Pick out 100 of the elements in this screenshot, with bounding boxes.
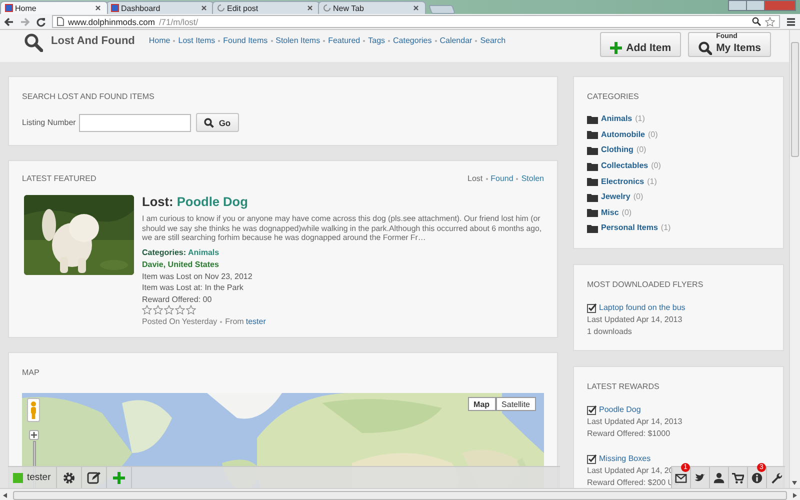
nav-link[interactable]: Stolen Items (276, 36, 320, 45)
item-title-link[interactable]: Poodle Dog (176, 194, 248, 209)
from-label: From (225, 317, 244, 326)
folder-icon (587, 129, 598, 140)
site-title: Lost And Found (51, 35, 135, 47)
reload-icon[interactable] (36, 16, 46, 26)
close-icon[interactable] (201, 5, 207, 11)
field-label: Listing Number (22, 118, 76, 127)
bird-icon[interactable] (694, 472, 706, 484)
star-icon[interactable] (186, 305, 196, 315)
address-field[interactable]: www.dolphinmods.com /71/m/lost/ (52, 15, 780, 28)
item-count: (1) (660, 223, 671, 232)
nav-link[interactable]: Calendar (440, 36, 472, 45)
category-link[interactable]: Misc (601, 208, 619, 217)
nav-link[interactable]: Featured (328, 36, 360, 45)
filter-link[interactable]: Found (490, 174, 514, 183)
listing-number-field[interactable] (78, 114, 191, 132)
wrench-icon[interactable] (770, 472, 782, 484)
go-button[interactable]: Go (196, 113, 239, 132)
folder-icon (587, 207, 598, 218)
category-link[interactable]: Animals (601, 114, 632, 124)
item-meta: 1 downloads (587, 326, 632, 336)
author-link[interactable]: tester (246, 317, 266, 326)
nav-link[interactable]: Search (480, 36, 506, 45)
edit-icon[interactable] (86, 470, 101, 484)
close-icon[interactable] (95, 5, 101, 11)
search-icon (24, 33, 43, 52)
checkbox-icon (587, 404, 597, 415)
panel-title: MOST DOWNLOADED FLYERS (587, 280, 704, 289)
add-item-button[interactable]: Add Item (600, 32, 682, 57)
category-link[interactable]: Collectables (601, 161, 648, 170)
item-count: (0) (648, 130, 658, 139)
item-count: (1) (647, 176, 657, 186)
spinner-icon (217, 4, 225, 12)
folder-icon (587, 176, 598, 186)
panel-title: LATEST FEATURED (22, 174, 96, 183)
category-link[interactable]: Personal Items (601, 223, 658, 232)
category-link[interactable]: Automobile (601, 130, 645, 139)
scroll-down-icon[interactable] (792, 481, 797, 485)
item-count: (1) (635, 114, 645, 124)
nav-link[interactable]: Categories (393, 36, 432, 45)
scroll-left-icon[interactable] (3, 492, 7, 498)
star-icon[interactable] (142, 305, 152, 315)
category-link[interactable]: Clothing (601, 145, 634, 154)
item-detail: Item was Lost at: In the Park (142, 283, 244, 292)
gear-icon[interactable] (62, 470, 76, 484)
nav-link[interactable]: Home (148, 36, 170, 45)
search-icon (698, 40, 712, 54)
scrollbar-thumb[interactable] (13, 490, 787, 500)
folder-icon (587, 114, 598, 124)
item-count: (0) (636, 145, 646, 154)
nav-link[interactable]: Found Items (223, 36, 268, 45)
browser-tab[interactable]: Dashboard (106, 1, 214, 14)
star-icon[interactable] (164, 305, 174, 315)
person-icon[interactable] (713, 472, 725, 484)
category-link[interactable]: Electronics (601, 176, 644, 186)
nav-link[interactable]: Tags (368, 36, 386, 45)
item-link[interactable]: Poodle Dog (599, 404, 641, 416)
page-icon (57, 17, 64, 26)
scroll-right-icon[interactable] (793, 492, 797, 498)
star-icon[interactable] (175, 305, 185, 315)
map-type-button[interactable]: Map (468, 397, 496, 411)
close-icon[interactable] (413, 5, 419, 11)
menu-icon[interactable] (786, 16, 796, 26)
browser-tab[interactable]: Edit post (212, 1, 320, 14)
plus-icon[interactable] (112, 470, 126, 484)
favicon-icon (5, 4, 13, 12)
zoom-icon[interactable] (752, 17, 761, 26)
back-icon[interactable] (4, 16, 14, 26)
browser-tab[interactable]: New Tab (318, 1, 426, 14)
item-count: (0) (622, 208, 632, 217)
close-icon[interactable] (307, 5, 313, 11)
pegman-icon (30, 401, 37, 419)
filter-link[interactable]: Stolen (521, 174, 544, 183)
item-link[interactable]: Missing Boxes (599, 452, 651, 465)
checkbox-icon (587, 302, 597, 313)
item-meta: Last Updated Apr 14, 2013 (587, 314, 682, 324)
star-icon[interactable] (765, 16, 775, 26)
scrollbar-thumb[interactable] (791, 42, 799, 157)
maximize-button[interactable] (746, 0, 765, 11)
user-avatar (13, 472, 23, 482)
minimize-button[interactable] (728, 0, 747, 11)
item-link[interactable]: Laptop found on the bus (599, 302, 686, 314)
category-link[interactable]: Jewelry (601, 192, 630, 202)
zoom-in-button[interactable] (29, 430, 39, 440)
filter-link[interactable]: Lost (468, 174, 483, 183)
item-location: Davie, United States (142, 260, 219, 268)
cart-icon[interactable] (732, 472, 744, 484)
category-link[interactable]: Animals (188, 248, 220, 256)
panel-title: SEARCH LOST AND FOUND ITEMS (22, 92, 154, 101)
item-count: (0) (633, 192, 644, 202)
item-meta: Reward Offered: $1000 (587, 428, 670, 438)
browser-tab[interactable]: Home (0, 1, 108, 14)
folder-icon (587, 192, 598, 202)
map-type-button[interactable]: Satellite (496, 397, 536, 411)
checkbox-icon (587, 454, 597, 464)
info-icon[interactable] (751, 472, 763, 484)
star-icon[interactable] (153, 305, 163, 315)
nav-link[interactable]: Lost Items (178, 36, 216, 45)
posted-date: Posted On Yesterday (142, 317, 218, 326)
